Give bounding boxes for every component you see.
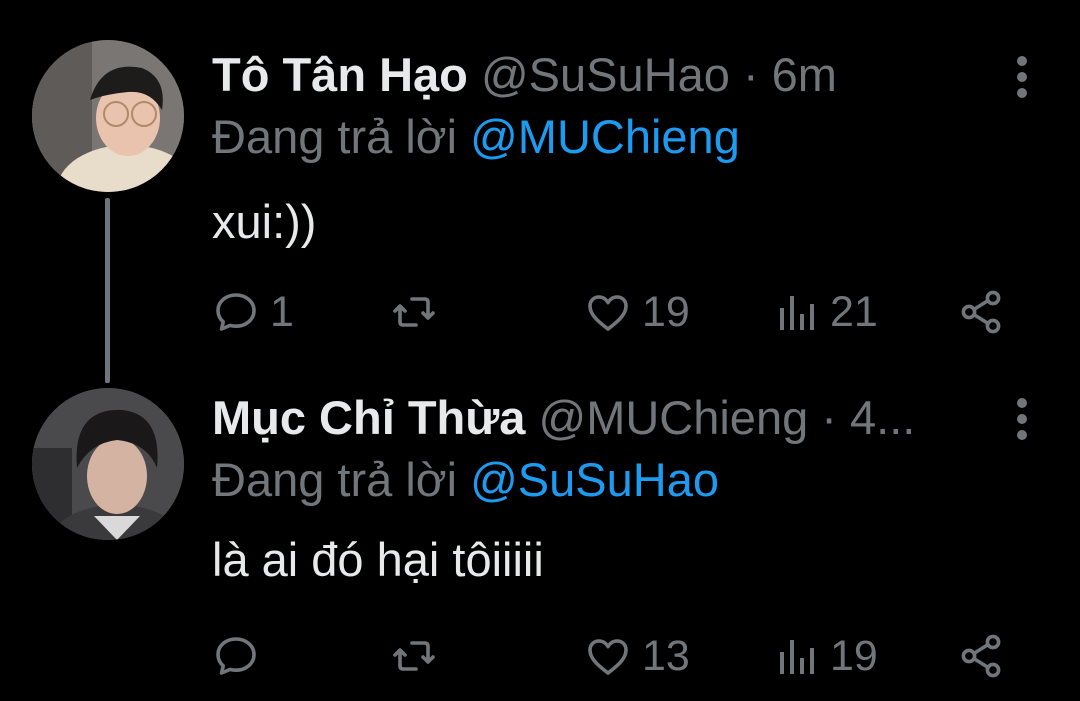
views-button[interactable]: 19 (772, 628, 878, 684)
more-options-icon[interactable] (1016, 56, 1028, 98)
author-handle[interactable]: @MUChieng (538, 391, 808, 444)
avatar[interactable] (32, 388, 184, 540)
bar-chart-icon (780, 296, 814, 330)
avatar[interactable] (32, 40, 184, 192)
views-button[interactable]: 21 (772, 284, 878, 340)
author-handle[interactable]: @SuSuHao (481, 48, 730, 101)
replying-to-line: Đang trả lời @SuSuHao (212, 452, 719, 508)
tweet[interactable]: Tô Tân Hạo @SuSuHao · 6m Đang trả lời @M… (0, 0, 1080, 383)
avatar-photo (32, 40, 184, 192)
tweet-header: Tô Tân Hạo @SuSuHao · 6m (212, 47, 1000, 103)
reply-button[interactable]: 1 (212, 284, 294, 340)
more-options-icon[interactable] (1016, 398, 1028, 440)
retweet-button[interactable] (390, 628, 448, 684)
replying-to-line: Đang trả lời @MUChieng (212, 109, 740, 165)
like-button[interactable]: 19 (584, 284, 690, 340)
heart-icon (588, 295, 628, 331)
action-bar: 13 19 (212, 628, 1012, 684)
reply-count: 1 (270, 287, 294, 336)
avatar-photo (32, 388, 184, 540)
retweet-arrows-icon (393, 641, 435, 671)
retweet-arrows-icon (393, 297, 435, 327)
timestamp[interactable]: 4... (850, 391, 915, 444)
author-name[interactable]: Tô Tân Hạo (212, 48, 468, 101)
replying-prefix: Đang trả lời (212, 453, 458, 506)
share-button[interactable] (957, 628, 1005, 684)
share-button[interactable] (957, 284, 1005, 340)
replying-to-mention[interactable]: @MUChieng (470, 110, 740, 163)
tweet-text: xui:)) (212, 195, 317, 248)
author-name[interactable]: Mục Chỉ Thừa (212, 391, 525, 444)
tweet-text: là ai đó hại tôiiiii (212, 533, 544, 586)
heart-icon (588, 639, 628, 675)
views-count: 21 (830, 287, 878, 336)
bar-chart-icon (780, 640, 814, 674)
like-button[interactable]: 13 (584, 628, 690, 684)
separator-dot: · (821, 391, 837, 444)
like-count: 13 (642, 631, 690, 680)
reply-button[interactable] (212, 628, 270, 684)
share-icon (961, 290, 1001, 334)
replying-to-mention[interactable]: @SuSuHao (470, 453, 719, 506)
retweet-button[interactable] (390, 284, 448, 340)
speech-bubble-icon (216, 637, 256, 675)
speech-bubble-icon (216, 293, 256, 331)
views-count: 19 (830, 631, 878, 680)
like-count: 19 (642, 287, 690, 336)
separator-dot: · (742, 48, 759, 101)
tweet[interactable]: Mục Chỉ Thừa @MUChieng · 4... Đang trả l… (0, 380, 1080, 701)
tweet-header: Mục Chỉ Thừa @MUChieng · 4... (212, 390, 1000, 446)
replying-prefix: Đang trả lời (212, 110, 458, 163)
thread-connector-line (105, 198, 110, 383)
action-bar: 1 19 21 (212, 284, 1012, 340)
timestamp[interactable]: 6m (772, 48, 837, 101)
share-icon (961, 634, 1001, 678)
